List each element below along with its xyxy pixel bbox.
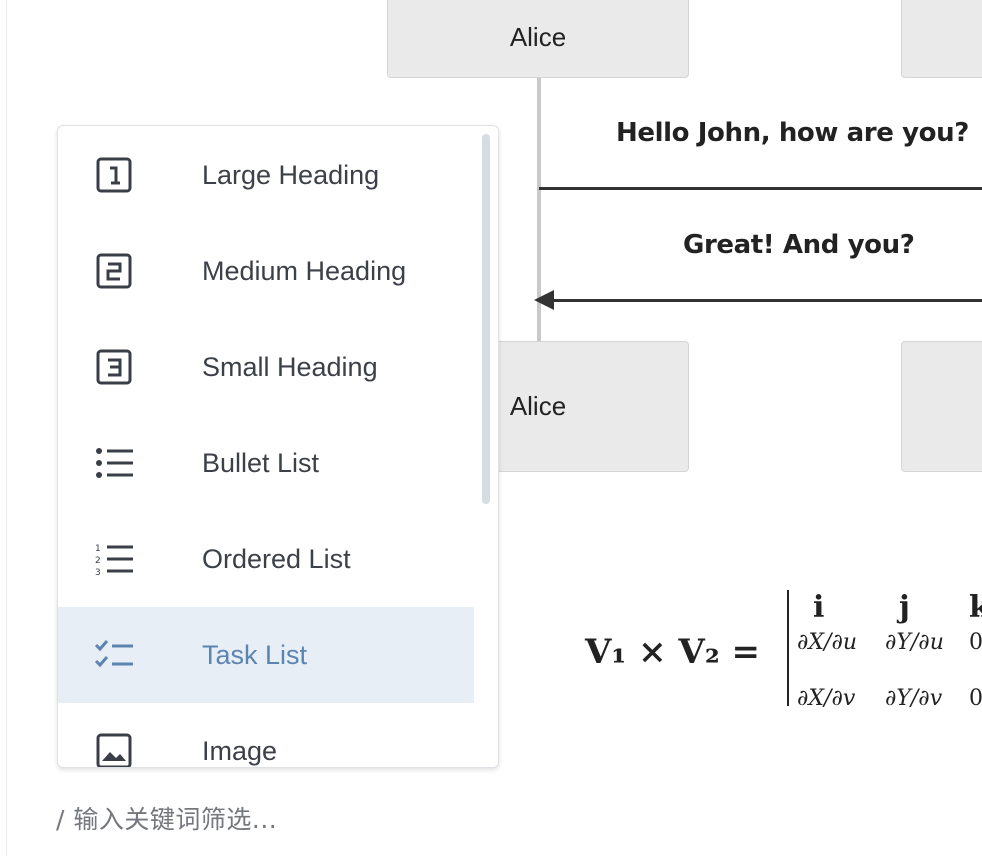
- message-line-2: [550, 299, 982, 302]
- message-label-1: Hello John, how are you?: [616, 118, 969, 148]
- menu-item-large-heading[interactable]: Large Heading: [58, 127, 474, 223]
- matrix-cell: ∂Y/∂u: [885, 630, 944, 655]
- heading-2-icon: [94, 251, 134, 291]
- matrix-cell: ∂X/∂u: [797, 630, 857, 655]
- message-arrow-head: [534, 290, 554, 310]
- menu-item-label: Image: [202, 735, 278, 766]
- slash-command-menu[interactable]: Large Heading Medium Heading Small Headi…: [57, 125, 499, 768]
- math-lhs: V₁ × V₂ =: [585, 632, 761, 672]
- menu-item-task-list[interactable]: Task List: [58, 607, 474, 703]
- menu-item-ordered-list[interactable]: 1 2 3 Ordered List: [58, 511, 474, 607]
- message-line-1: [539, 187, 982, 190]
- matrix-cell: 0: [969, 686, 982, 711]
- actor-box-top-john: [901, 0, 982, 78]
- editor-left-border: [6, 0, 7, 856]
- task-list-icon: [94, 635, 134, 675]
- filter-hint: / 输入关键词筛选...: [56, 805, 278, 834]
- menu-scrollbar[interactable]: [482, 134, 490, 504]
- menu-item-label: Medium Heading: [202, 255, 407, 286]
- menu-item-label: Bullet List: [202, 447, 320, 478]
- heading-1-icon: [94, 155, 134, 195]
- message-label-2: Great! And you?: [683, 230, 915, 260]
- matrix-cell: ∂Y/∂v: [885, 686, 943, 711]
- matrix-cell: k: [969, 590, 982, 625]
- menu-item-label: Large Heading: [202, 159, 380, 190]
- matrix-cell: ∂X/∂v: [797, 686, 856, 711]
- matrix-cell: 0: [969, 630, 982, 655]
- menu-item-label: Small Heading: [202, 351, 378, 382]
- actor-label: Alice: [509, 391, 567, 421]
- menu-item-label: Task List: [202, 639, 308, 670]
- actor-box-bottom-john: [901, 341, 982, 472]
- math-formula: V₁ × V₂ = i j k ∂X/∂u ∂Y/∂u 0 ∂X/∂v ∂Y/∂…: [585, 590, 982, 740]
- svg-text:3: 3: [95, 568, 101, 576]
- menu-item-medium-heading[interactable]: Medium Heading: [58, 223, 474, 319]
- bullet-list-icon: [94, 443, 134, 483]
- menu-scroll-area[interactable]: Large Heading Medium Heading Small Headi…: [58, 126, 498, 767]
- menu-item-image[interactable]: Image: [58, 703, 474, 767]
- menu-item-bullet-list[interactable]: Bullet List: [58, 415, 474, 511]
- menu-item-label: Ordered List: [202, 543, 351, 574]
- actor-label: Alice: [509, 21, 567, 52]
- matrix-cell: i: [813, 590, 825, 625]
- svg-text:2: 2: [95, 556, 101, 566]
- menu-item-small-heading[interactable]: Small Heading: [58, 319, 474, 415]
- matrix-cell: j: [899, 590, 910, 625]
- heading-3-icon: [94, 347, 134, 387]
- image-icon: [94, 731, 134, 767]
- determinant-bar: [787, 590, 789, 706]
- svg-text:1: 1: [95, 544, 101, 554]
- actor-box-top-alice: Alice: [387, 0, 689, 78]
- ordered-list-icon: 1 2 3: [94, 539, 134, 579]
